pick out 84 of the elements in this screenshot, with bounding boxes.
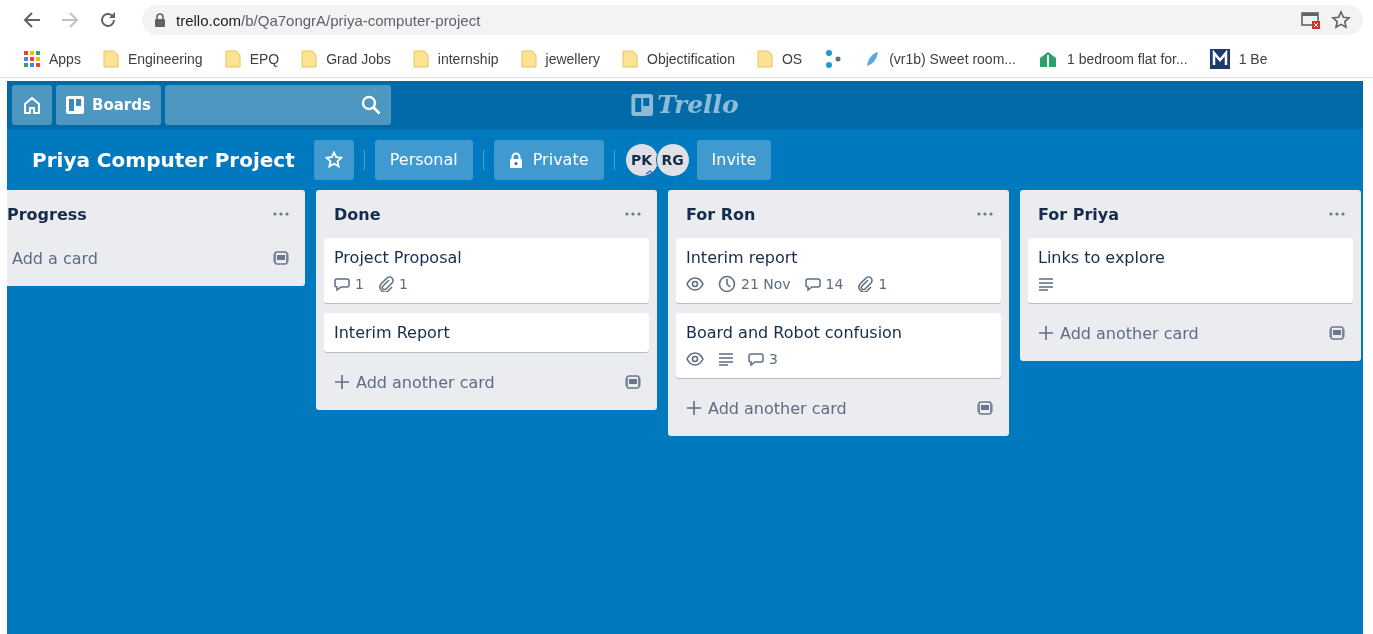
logo-icon [631, 93, 654, 116]
card[interactable]: Links to explore [1028, 238, 1353, 303]
description-icon [718, 352, 734, 366]
comment-icon [804, 276, 821, 292]
comment-count: 1 [355, 276, 364, 292]
bookmark-link[interactable]: Grad Jobs [301, 49, 391, 68]
plus-icon [334, 374, 350, 390]
add-card-button[interactable]: Add another card [686, 398, 847, 418]
card[interactable]: Interim Report [324, 313, 649, 352]
blocked-popup-icon[interactable] [1301, 11, 1321, 29]
folder-icon [224, 49, 241, 68]
address-bar[interactable]: trello.com/b/Qa7ongrA/priya-computer-project [142, 5, 1363, 35]
apps-grid-icon [24, 50, 40, 67]
paperclip-icon [857, 276, 874, 292]
forward-icon [60, 10, 80, 30]
card-title: Interim report [686, 247, 799, 269]
star-button[interactable] [313, 139, 354, 180]
boards-icon [66, 96, 84, 114]
eye-icon [686, 277, 704, 291]
bookmark-link[interactable]: (vr1b) Sweet room... [864, 49, 1016, 68]
card[interactable]: Board and Robot confusion 3 [676, 313, 1001, 378]
card-title: Board and Robot confusion [686, 322, 903, 344]
template-icon[interactable] [273, 250, 289, 266]
url-text: trello.com/b/Qa7ongrA/priya-computer-project [176, 11, 482, 29]
plus-icon [686, 400, 702, 416]
template-icon[interactable] [1329, 325, 1345, 341]
folder-icon [622, 49, 638, 68]
home-icon [23, 96, 41, 114]
folder-icon [412, 49, 429, 68]
attachment-count: 1 [398, 276, 408, 292]
card-title: Project Proposal [334, 247, 463, 269]
lock-icon [508, 151, 523, 168]
list-title: Done [334, 204, 381, 224]
clock-icon [718, 275, 736, 293]
add-card-button[interactable]: Add another card [1038, 323, 1199, 343]
card-title: Interim Report [334, 322, 451, 344]
search-icon [360, 95, 381, 115]
bookmark-link[interactable]: 1 Be [1209, 48, 1268, 69]
bookmark-dots-icon[interactable] [824, 49, 843, 68]
member-avatar[interactable]: PK [624, 142, 659, 177]
folder-icon [102, 49, 119, 68]
plus-icon [1038, 325, 1054, 341]
paperclip-icon [377, 276, 394, 292]
leaf-icon [864, 49, 881, 68]
board-title: Priya Computer Project [32, 147, 295, 172]
card-title: Links to explore [1038, 247, 1166, 269]
comment-count: 3 [769, 351, 778, 367]
list-title: For Ron [686, 204, 756, 224]
back-icon [22, 10, 42, 30]
template-icon[interactable] [625, 374, 641, 390]
eye-icon [686, 352, 704, 366]
folder-icon [520, 49, 537, 68]
list-title: Progress [7, 204, 87, 224]
bookmark-link[interactable]: 1 bedroom flat for... [1038, 49, 1188, 68]
folder-icon [301, 49, 318, 68]
house-icon [1038, 49, 1058, 68]
bookmark-link[interactable]: internship [412, 49, 499, 68]
bookmark-link[interactable]: Objectification [622, 49, 735, 68]
search-field[interactable] [164, 85, 391, 125]
attachment-count: 1 [878, 276, 888, 292]
comment-count: 14 [825, 276, 844, 292]
add-card-button[interactable]: Add another card [334, 372, 495, 392]
bookmark-link[interactable]: jewellery [520, 49, 600, 68]
star-icon[interactable] [1331, 10, 1351, 30]
star-icon [324, 150, 343, 169]
lock-icon [154, 13, 166, 27]
m-logo-icon [1209, 48, 1230, 69]
reload-icon [98, 10, 118, 30]
comment-icon [748, 351, 764, 367]
card[interactable]: Project Proposal 1 1 [324, 238, 649, 303]
card[interactable]: Interim report 21 Nov 14 1 [676, 238, 1001, 303]
description-icon [1038, 277, 1054, 291]
comment-icon [334, 276, 350, 292]
bookmark-link[interactable]: OS [756, 49, 803, 68]
folder-icon [756, 49, 773, 68]
add-card-button[interactable]: Add a card [12, 248, 98, 268]
due-date: 21 Nov [741, 276, 791, 292]
bookmark-link[interactable]: Engineering [102, 49, 203, 68]
member-avatar[interactable]: RG [655, 142, 690, 177]
bookmark-link[interactable]: Apps [24, 50, 81, 67]
bookmark-link[interactable]: EPQ [224, 49, 280, 68]
list-title: For Priya [1038, 204, 1120, 224]
home-button[interactable] [12, 85, 52, 125]
template-icon[interactable] [977, 400, 993, 416]
